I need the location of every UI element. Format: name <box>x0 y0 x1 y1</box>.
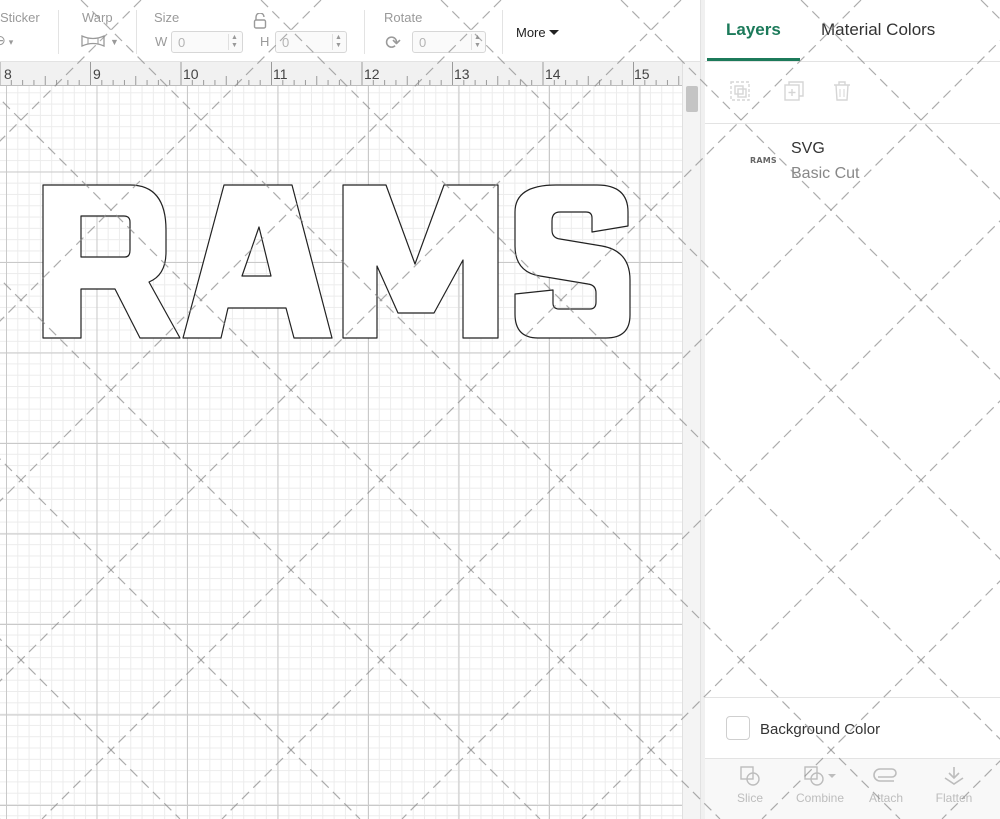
height-stepper[interactable]: ▲ ▼ <box>332 34 344 50</box>
duplicate-icon[interactable] <box>783 80 805 108</box>
ruler-number: 8 <box>4 66 12 82</box>
size-label: Size <box>154 10 180 25</box>
layer-item[interactable]: RAMS SVG Basic Cut <box>705 130 1000 192</box>
attach-button[interactable]: Attach <box>851 765 921 805</box>
height-letter: H <box>260 34 270 49</box>
warp-label: Warp <box>82 10 113 25</box>
slice-button[interactable]: Slice <box>715 765 785 805</box>
background-color-swatch[interactable] <box>726 716 750 740</box>
divider <box>705 61 1000 62</box>
ruler-number: 14 <box>545 66 561 82</box>
rams-text-outline[interactable] <box>0 86 682 819</box>
edit-toolbar: Sticker ⊖▾ Warp ▼ Size W 0 ▲▼ H 0 ▲▼ Rot… <box>0 0 703 62</box>
delete-icon[interactable] <box>831 80 853 108</box>
more-label: More <box>516 25 546 40</box>
flatten-button[interactable]: Flatten <box>919 765 989 805</box>
width-value: 0 <box>178 35 186 50</box>
combine-label: Combine <box>795 791 845 805</box>
width-stepper[interactable]: ▲ ▼ <box>228 34 240 50</box>
divider <box>705 697 1000 698</box>
sticker-label: Sticker <box>0 10 40 25</box>
group-icon[interactable] <box>729 80 751 108</box>
design-canvas[interactable] <box>0 86 682 819</box>
flatten-label: Flatten <box>935 791 973 805</box>
sticker-icon[interactable]: ⊖▾ <box>0 32 13 49</box>
background-color-label: Background Color <box>760 721 881 738</box>
ruler-number: 13 <box>454 66 470 82</box>
ruler-number: 15 <box>634 66 650 82</box>
attach-label: Attach <box>868 791 904 805</box>
rotate-label: Rotate <box>384 10 423 25</box>
width-letter: W <box>155 34 168 49</box>
paperclip-icon <box>851 765 921 791</box>
rotate-value: 0 <box>419 35 427 50</box>
rotate-input[interactable]: 0 ▲ ▼ <box>412 31 486 53</box>
separator <box>502 10 503 54</box>
flatten-icon <box>919 765 989 791</box>
ruler-number: 9 <box>93 66 101 82</box>
ruler-number: 11 <box>273 66 288 82</box>
layers-panel: Layers Material Colors RAMS SVG Basic Cu… <box>705 0 1000 819</box>
warp-dropdown-icon[interactable]: ▼ <box>110 37 119 47</box>
combine-icon <box>785 765 855 791</box>
caret-down-icon <box>548 30 559 35</box>
lock-icon[interactable] <box>253 12 267 32</box>
more-button[interactable]: More <box>516 25 559 40</box>
rotate-stepper[interactable]: ▲ ▼ <box>471 34 483 50</box>
slice-label: Slice <box>736 791 763 805</box>
layer-actions-bar: Slice Combine Attach Flatten <box>705 758 1000 819</box>
horizontal-ruler: 8 9 10 11 12 13 14 15 <box>0 62 682 86</box>
vertical-scrollbar[interactable] <box>682 62 700 819</box>
tab-material-colors[interactable]: Material Colors <box>821 20 935 40</box>
warp-icon[interactable] <box>80 33 106 52</box>
layer-operation[interactable]: Basic Cut <box>791 165 859 183</box>
layer-name: SVG <box>791 140 825 157</box>
height-input[interactable]: 0 ▲ ▼ <box>275 31 347 53</box>
slice-icon <box>715 765 785 791</box>
ruler-number: 12 <box>364 66 380 82</box>
rotate-icon[interactable]: ⟳ <box>385 32 401 55</box>
divider <box>705 123 1000 124</box>
width-input[interactable]: 0 ▲ ▼ <box>171 31 243 53</box>
layer-thumbnail: RAMS <box>750 156 777 165</box>
combine-button[interactable]: Combine <box>785 765 855 805</box>
tab-layers[interactable]: Layers <box>726 20 781 40</box>
ruler-ticks <box>0 62 680 85</box>
scrollbar-thumb[interactable] <box>686 86 698 112</box>
height-value: 0 <box>282 35 290 50</box>
ruler-number: 10 <box>183 66 199 82</box>
separator <box>136 10 137 54</box>
separator <box>364 10 365 54</box>
separator <box>58 10 59 54</box>
